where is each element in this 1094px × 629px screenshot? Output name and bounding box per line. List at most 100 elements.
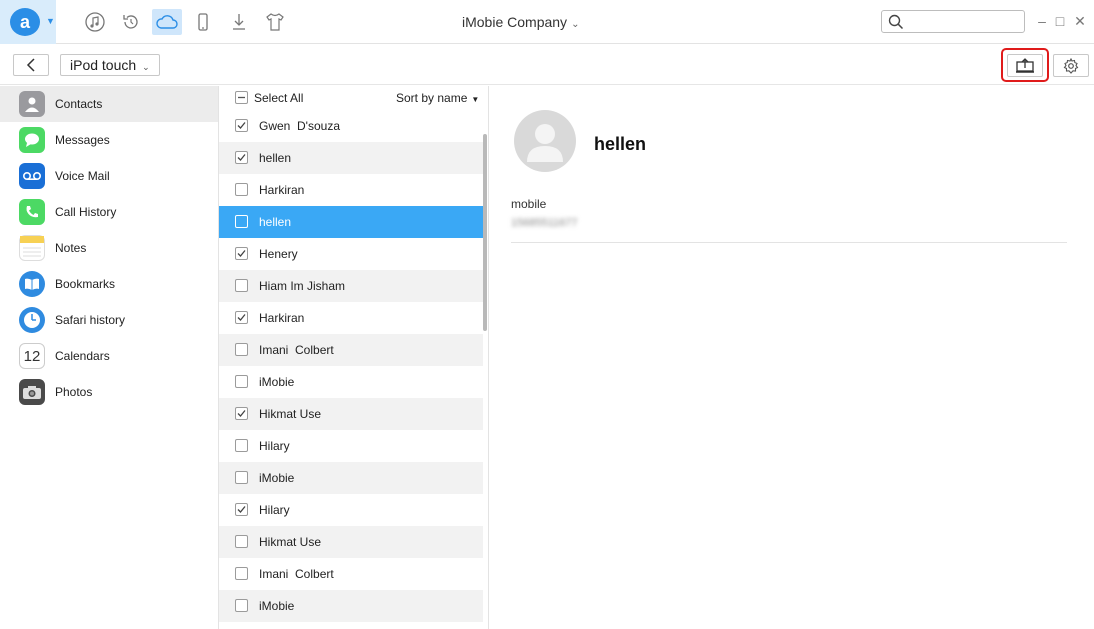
notes-icon (19, 235, 45, 261)
contact-row-name: Hiam Im Jisham (259, 279, 346, 293)
sidebar-item-safari-history[interactable]: Safari history (0, 302, 218, 338)
list-header: Select All Sort by name ▼ (219, 86, 488, 110)
table-row[interactable]: Hiam Im Jisham (219, 270, 483, 302)
contact-row-name: Hilary (259, 439, 290, 453)
row-checkbox[interactable] (235, 311, 248, 324)
restore-icon[interactable] (116, 9, 146, 35)
table-row[interactable]: hellen (219, 206, 483, 238)
category-sidebar: Contacts Messages Voice Mail Call Histor… (0, 86, 219, 629)
sidebar-item-label: Voice Mail (55, 169, 110, 183)
row-checkbox[interactable] (235, 439, 248, 452)
search-input[interactable] (881, 10, 1025, 33)
sidebar-item-photos[interactable]: Photos (0, 374, 218, 410)
row-checkbox[interactable] (235, 247, 248, 260)
close-button[interactable]: ✕ (1073, 12, 1087, 30)
toolbar: iPod touch ⌄ (0, 45, 1094, 85)
row-checkbox[interactable] (235, 343, 248, 356)
sidebar-item-bookmarks[interactable]: Bookmarks (0, 266, 218, 302)
contact-row-name: iMobie (259, 599, 295, 613)
row-checkbox[interactable] (235, 183, 248, 196)
sidebar-item-notes[interactable]: Notes (0, 230, 218, 266)
row-checkbox[interactable] (235, 567, 248, 580)
logo-menu-caret-icon[interactable]: ▼ (46, 16, 55, 26)
back-button[interactable] (13, 54, 49, 76)
chevron-left-icon (26, 58, 35, 72)
row-checkbox[interactable] (235, 471, 248, 484)
export-icon (1016, 57, 1034, 73)
table-row[interactable]: Imani Colbert (219, 334, 483, 366)
table-row[interactable]: Hilary (219, 494, 483, 526)
account-selector[interactable]: iMobie Company ⌄ (462, 14, 579, 30)
maximize-button[interactable]: □ (1053, 12, 1067, 30)
checkmark-icon (237, 410, 246, 417)
music-icon[interactable] (80, 9, 110, 35)
contact-list: Select All Sort by name ▼ Gwen D'souza hel… (219, 86, 489, 629)
contact-detail-panel: hellen mobile 15685511677 (490, 86, 1094, 629)
contact-row-name: iMobie (259, 471, 295, 485)
table-row[interactable]: Gwen D'souza (219, 110, 483, 142)
row-checkbox[interactable] (235, 151, 248, 164)
sidebar-item-call-history[interactable]: Call History (0, 194, 218, 230)
select-all-checkbox[interactable] (235, 91, 248, 104)
camera-icon (19, 379, 45, 405)
sidebar-item-calendars[interactable]: 12 Calendars (0, 338, 218, 374)
table-row[interactable]: Imani Colbert (219, 558, 483, 590)
table-row[interactable]: Hikmat Use (219, 398, 483, 430)
sidebar-item-contacts[interactable]: Contacts (0, 86, 218, 122)
title-bar: a ▼ iMobie Company ⌄ – □ ✕ (0, 0, 1094, 44)
sidebar-item-messages[interactable]: Messages (0, 122, 218, 158)
minimize-button[interactable]: – (1035, 12, 1049, 30)
voicemail-icon (19, 163, 45, 189)
phone-field-label: mobile (511, 197, 547, 211)
sidebar-item-label: Safari history (55, 313, 126, 327)
export-to-computer-button[interactable] (1007, 54, 1043, 77)
sort-by-dropdown[interactable]: Sort by name ▼ (396, 91, 479, 105)
select-all-label[interactable]: Select All (254, 91, 303, 105)
row-checkbox[interactable] (235, 119, 248, 132)
gear-icon (1063, 57, 1079, 74)
contact-row-name: Hilary (259, 503, 290, 517)
table-row[interactable]: hellen (219, 142, 483, 174)
safari-icon (19, 307, 45, 333)
tshirt-icon[interactable] (260, 9, 290, 35)
sidebar-item-label: Call History (55, 205, 117, 219)
app-logo-button[interactable]: a ▼ (0, 0, 56, 44)
row-checkbox[interactable] (235, 215, 248, 228)
table-row[interactable]: iMobie (219, 366, 483, 398)
table-row[interactable]: Hikmat Use (219, 526, 483, 558)
table-row[interactable]: Harkiran (219, 174, 483, 206)
checkmark-icon (237, 314, 246, 321)
download-icon[interactable] (224, 9, 254, 35)
table-row[interactable]: Harkiran (219, 302, 483, 334)
chevron-down-icon: ⌄ (571, 19, 580, 30)
calendar-icon: 12 (19, 343, 45, 369)
table-row[interactable]: Henery (219, 238, 483, 270)
device-name: iPod touch (70, 57, 137, 73)
contact-row-name: hellen (259, 215, 292, 229)
table-row[interactable]: iMobie (219, 590, 483, 622)
sidebar-item-label: Calendars (55, 349, 110, 363)
list-scrollbar[interactable] (483, 134, 487, 331)
calendar-day-number: 12 (23, 347, 41, 365)
contact-row-name: Imani Colbert (259, 567, 334, 581)
search-icon (888, 14, 904, 30)
device-selector[interactable]: iPod touch ⌄ (60, 54, 160, 76)
row-checkbox[interactable] (235, 407, 248, 420)
row-checkbox[interactable] (235, 503, 248, 516)
table-row[interactable]: iMobie (219, 462, 483, 494)
checkmark-icon (237, 122, 246, 129)
checkmark-icon (237, 506, 246, 513)
row-checkbox[interactable] (235, 279, 248, 292)
settings-button[interactable] (1053, 54, 1089, 77)
sort-by-label: Sort by name (396, 91, 468, 105)
row-checkbox[interactable] (235, 535, 248, 548)
contact-row-name: Imani Colbert (259, 343, 334, 357)
sidebar-item-voice-mail[interactable]: Voice Mail (0, 158, 218, 194)
phone-icon[interactable] (188, 9, 218, 35)
row-checkbox[interactable] (235, 375, 248, 388)
sidebar-item-label: Bookmarks (55, 277, 116, 291)
cloud-icon[interactable] (152, 9, 182, 35)
row-checkbox[interactable] (235, 599, 248, 612)
sidebar-item-label: Messages (55, 133, 110, 147)
table-row[interactable]: Hilary (219, 430, 483, 462)
